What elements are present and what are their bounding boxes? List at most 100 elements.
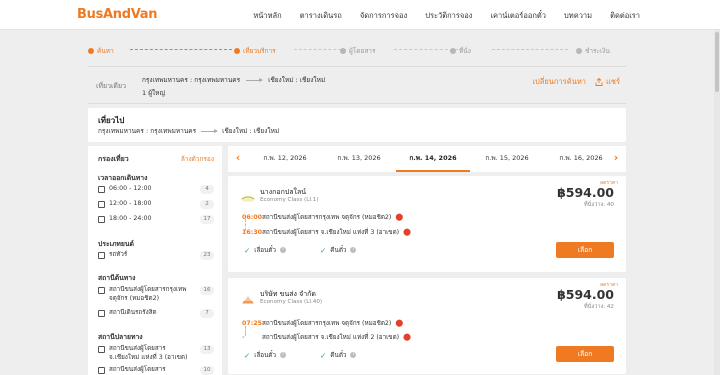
date-tab[interactable]: ก.พ. 12, 2026 [248, 146, 322, 172]
arrival-stop: - สถานีขนส่งผู้โดยสาร จ.เชียงใหม่ แห่งที… [242, 332, 411, 342]
top-header: BusAndVan หน้าหลัก ตารางเดินรถ จัดการการ… [0, 0, 720, 30]
filter-sidebar: กรองเที่ยว ล้างตัวกรอง เวลาออกเดินทาง 06… [88, 146, 222, 375]
seats-available: ที่นั่งว่าง: 42 [583, 304, 614, 310]
step-passenger: ผู้โดยสาร [340, 46, 375, 56]
vehicle-filter-title: ประเภทยนต์ [98, 240, 134, 248]
step-dot-icon [88, 48, 94, 54]
outbound-destination: เชียงใหม่ : เชียงใหม่ [222, 127, 280, 135]
departure-filter-title: เวลาออกเดินทาง [98, 174, 148, 182]
departure-station: สถานีขนส่งผู้โดยสารกรุงเทพ จตุจักร (หมอช… [262, 214, 392, 221]
outbound-panel: เที่ยวไป กรุงเทพมหานคร : กรุงเทพมหานคร เ… [88, 108, 626, 142]
step-connector [294, 49, 346, 50]
nav-ticket-counter[interactable]: เคาน์เตอร์ออกตั๋ว [490, 10, 546, 22]
step-dot-icon [576, 48, 582, 54]
step-payment: ชำระเงิน [576, 46, 610, 56]
booking-steps: ค้นหา เที่ยวบริการ ผู้โดยสาร ที่นั่ง ชำร… [88, 46, 616, 56]
filter-departure-option[interactable]: 18:00 - 24:00 17 [98, 215, 214, 224]
refund-feature: ✓ คืนตั๋ว i [320, 245, 357, 255]
date-tab[interactable]: ก.พ. 15, 2026 [470, 146, 544, 172]
checkbox[interactable] [98, 216, 105, 223]
filter-departure-option[interactable]: 06:00 - 12:00 4 [98, 185, 214, 194]
service-class: Economy Class (LI.40) [260, 299, 323, 305]
reschedule-feature: ✓ เลื่อนตั๋ว i [244, 245, 287, 255]
nav-manage-booking[interactable]: จัดการการจอง [360, 10, 407, 22]
nav-home[interactable]: หน้าหลัก [253, 10, 281, 22]
departure-stop: 06:00 สถานีขนส่งผู้โดยสารกรุงเทพ จตุจักร… [242, 212, 403, 222]
operator-logo-icon [241, 196, 255, 202]
filter-vehicle-option[interactable]: รถทัวร์ 23 [98, 251, 214, 260]
brand-logo[interactable]: BusAndVan [77, 7, 158, 22]
step-connector [492, 49, 568, 50]
nav-timetable[interactable]: ตารางเดินรถ [300, 10, 342, 22]
checkbox[interactable] [98, 346, 105, 353]
step-connector [394, 49, 458, 50]
check-icon: ✓ [320, 350, 327, 360]
map-pin-icon[interactable]: ⬤ [395, 319, 403, 327]
share-button[interactable]: แชร์ [595, 76, 620, 88]
summary-origin: กรุงเทพมหานคร : กรุงเทพมหานคร [142, 76, 241, 84]
departure-time: 07:25 [242, 319, 263, 327]
check-icon: ✓ [320, 245, 327, 255]
reschedule-feature: ✓ เลื่อนตั๋ว i [244, 350, 287, 360]
info-icon[interactable]: i [350, 352, 357, 358]
step-dot-icon [234, 48, 240, 54]
nav-contact[interactable]: ติดต่อเรา [610, 10, 640, 22]
filter-origin-option[interactable]: สถานีขนส่งผู้โดยสารกรุงเทพ จตุจักร (หมอช… [98, 286, 214, 303]
check-icon: ✓ [244, 245, 251, 255]
trip-price: ฿594.00 [557, 185, 614, 200]
trip-card: ลดราคา บริษัท ขนส่ง จำกัด Economy Class … [228, 278, 626, 374]
service-class: Economy Class (LI.1) [260, 197, 319, 203]
filter-origin-option[interactable]: สถานีเดินรถรังสิต 7 [98, 309, 214, 318]
departure-time: 06:00 [242, 213, 263, 221]
check-icon: ✓ [244, 350, 251, 360]
step-connector [130, 49, 232, 50]
checkbox[interactable] [98, 310, 105, 317]
info-icon[interactable]: i [280, 247, 287, 253]
checkbox[interactable] [98, 201, 105, 208]
search-summary: เที่ยวเดียว กรุงเทพมหานคร : กรุงเทพมหานค… [88, 66, 626, 104]
departure-stop: 07:25 สถานีขนส่งผู้โดยสารกรุงเทพ จตุจักร… [242, 318, 403, 328]
step-trip: เที่ยวบริการ [234, 46, 276, 56]
chevron-left-icon[interactable]: ‹ [232, 152, 244, 164]
trip-price: ฿594.00 [557, 287, 614, 302]
date-selector: ‹ ก.พ. 12, 2026 ก.พ. 13, 2026 ก.พ. 14, 2… [228, 146, 626, 172]
info-icon[interactable]: i [280, 352, 287, 358]
info-icon[interactable]: i [350, 247, 357, 253]
filter-departure-option[interactable]: 12:00 - 18:00 2 [98, 200, 214, 209]
date-tab[interactable]: ก.พ. 13, 2026 [322, 146, 396, 172]
checkbox[interactable] [98, 252, 105, 259]
checkbox[interactable] [98, 186, 105, 193]
select-trip-button[interactable]: เลือก [556, 346, 614, 362]
nav-booking-history[interactable]: ประวัติการจอง [425, 10, 472, 22]
seats-available: ที่นั่งว่าง: 40 [583, 202, 614, 208]
arrival-time: 16:30 [242, 228, 263, 236]
change-search-link[interactable]: เปลี่ยนการค้นหา [532, 76, 586, 88]
filter-destination-option[interactable]: สถานีขนส่งผู้โดยสาร จ.เชียงใหม่ แห่งที่ … [98, 345, 214, 362]
date-tab-selected[interactable]: ก.พ. 14, 2026 [396, 146, 470, 172]
filter-destination-option[interactable]: สถานีขนส่งผู้โดยสาร 10 [98, 366, 214, 375]
step-seat: ที่นั่ง [450, 46, 471, 56]
arrival-station: สถานีขนส่งผู้โดยสาร จ.เชียงใหม่ แห่งที่ … [262, 229, 400, 236]
checkbox[interactable] [98, 287, 105, 294]
select-trip-button[interactable]: เลือก [556, 242, 614, 258]
destination-filter-title: สถานีปลายทาง [98, 333, 143, 341]
scrollbar-thumb[interactable] [715, 32, 719, 92]
share-icon [595, 78, 603, 86]
refund-feature: ✓ คืนตั๋ว i [320, 350, 357, 360]
checkbox[interactable] [98, 367, 105, 374]
summary-route: กรุงเทพมหานคร : กรุงเทพมหานคร เชียงใหม่ … [142, 75, 325, 85]
passenger-count: 1 ผู้ใหญ่ [142, 89, 166, 97]
map-pin-icon[interactable]: ⬤ [403, 333, 411, 341]
map-pin-icon[interactable]: ⬤ [395, 213, 403, 221]
trip-card: ลดราคา นางกอกปลใลน์ Economy Class (LI.1)… [228, 176, 626, 272]
chevron-right-icon[interactable]: › [610, 152, 622, 164]
share-label: แชร์ [606, 77, 620, 86]
step-dot-icon [340, 48, 346, 54]
nav-articles[interactable]: บทความ [564, 10, 592, 22]
arrival-stop: 16:30 สถานีขนส่งผู้โดยสาร จ.เชียงใหม่ แห… [242, 227, 411, 237]
date-tab[interactable]: ก.พ. 16, 2026 [544, 146, 618, 172]
clear-filters-link[interactable]: ล้างตัวกรอง [181, 154, 214, 164]
outbound-origin: กรุงเทพมหานคร : กรุงเทพมหานคร [98, 127, 197, 135]
filter-heading: กรองเที่ยว [98, 155, 129, 163]
map-pin-icon[interactable]: ⬤ [403, 228, 411, 236]
